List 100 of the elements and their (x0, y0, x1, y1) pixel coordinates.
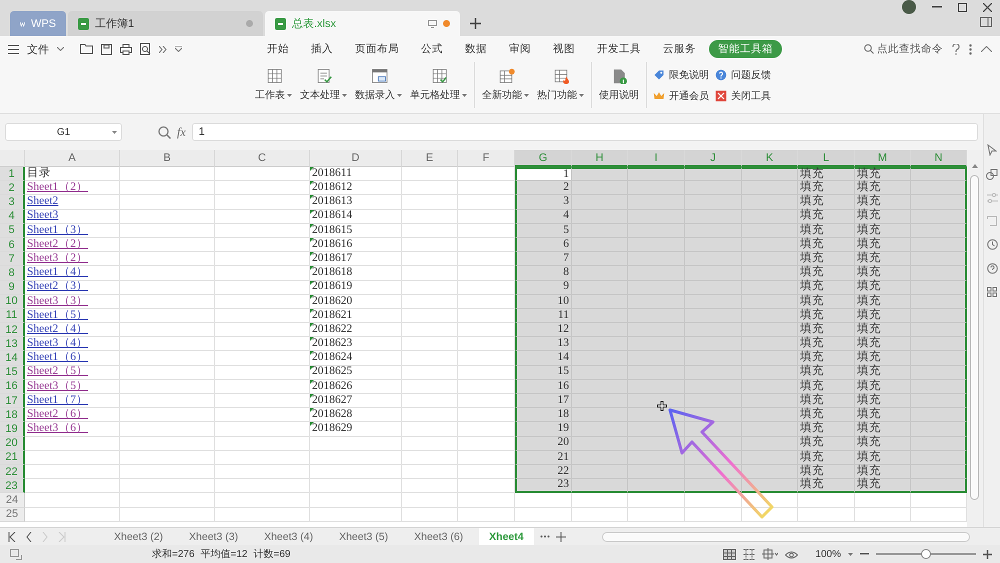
row-header[interactable]: 17 (0, 394, 25, 408)
column-header[interactable]: B (120, 150, 215, 167)
row-header[interactable]: 25 (0, 508, 25, 522)
command-search[interactable]: 点此查找命令 (864, 42, 943, 56)
ribbon-tab[interactable]: 公式 (412, 40, 452, 58)
sheet-tab[interactable]: Xheet3 (5) (329, 528, 398, 546)
row-header[interactable]: 5 (0, 224, 25, 238)
row-header[interactable]: 15 (0, 366, 25, 380)
row-header[interactable]: 10 (0, 294, 25, 309)
hyperlink[interactable]: Sheet2（4） (27, 324, 88, 336)
more-icon[interactable] (159, 46, 167, 52)
row-header[interactable]: 12 (0, 323, 25, 338)
sheet-tab[interactable]: Xheet3 (2) (104, 528, 174, 546)
zoom-icon[interactable] (158, 126, 171, 138)
ribbon-tab[interactable]: 页面布局 (346, 40, 408, 58)
save-icon[interactable] (101, 44, 112, 54)
row-header[interactable]: 21 (0, 450, 25, 465)
caret-icon[interactable] (848, 552, 853, 556)
formula-input[interactable]: 1 (192, 123, 978, 141)
sheet-tab[interactable]: Xheet3 (6) (404, 528, 474, 546)
row-header[interactable]: 14 (0, 351, 25, 366)
ribbon-tab[interactable]: 数据 (456, 40, 496, 58)
add-sheet-icon[interactable] (556, 532, 566, 542)
app-tab[interactable]: WPS (10, 11, 66, 36)
horizontal-scrollbar[interactable] (602, 532, 970, 542)
ribbon-tab[interactable]: 智能工具箱 (709, 40, 782, 58)
tool-button[interactable]: 问题反馈 (715, 68, 771, 82)
column-header[interactable]: C (215, 150, 310, 167)
row-header[interactable]: 8 (0, 266, 25, 280)
eye-icon[interactable] (785, 549, 798, 559)
folder-icon[interactable] (80, 44, 93, 54)
caret-icon[interactable] (112, 130, 117, 134)
customize-caret-icon[interactable] (175, 46, 182, 52)
column-header[interactable]: E (402, 150, 458, 167)
column-header[interactable]: N (911, 150, 967, 167)
macro-icon[interactable] (10, 548, 22, 560)
first-sheet-icon[interactable] (8, 532, 16, 542)
scroll-up-icon[interactable] (972, 164, 978, 168)
name-box[interactable]: G1 (5, 123, 122, 141)
hyperlink[interactable]: Sheet3（6） (27, 423, 88, 435)
previous-sheet-icon[interactable] (26, 532, 32, 542)
history-icon[interactable] (986, 239, 998, 250)
row-header[interactable]: 23 (0, 479, 25, 494)
caret-icon[interactable] (57, 47, 64, 51)
page-break-view-icon[interactable] (743, 548, 756, 560)
ribbon-tab[interactable]: 云服务 (654, 40, 705, 58)
column-header[interactable]: F (458, 150, 515, 167)
apps-icon[interactable] (987, 287, 997, 297)
document-tab[interactable]: 总表.xlsx (265, 11, 460, 36)
collapse-icon[interactable] (981, 46, 992, 52)
row-header[interactable]: 19 (0, 422, 25, 437)
column-header[interactable]: D (310, 150, 402, 167)
print-preview-icon[interactable] (140, 43, 151, 55)
column-header[interactable]: I (628, 150, 685, 167)
ribbon-button[interactable]: 文本处理 (297, 66, 350, 104)
column-header[interactable]: J (685, 150, 742, 167)
row-header[interactable]: 13 (0, 337, 25, 352)
row-header[interactable]: 16 (0, 380, 25, 394)
row-header[interactable]: 2 (0, 181, 25, 196)
ribbon-tab[interactable]: 开始 (258, 40, 298, 58)
row-header[interactable]: 4 (0, 210, 25, 224)
row-header[interactable]: 18 (0, 408, 25, 422)
hyperlink[interactable]: Sheet3 (27, 210, 58, 222)
column-header[interactable]: M (855, 150, 911, 167)
row-header[interactable]: 1 (0, 167, 25, 182)
hyperlink[interactable]: Sheet2（6） (27, 409, 88, 421)
column-header[interactable]: A (25, 150, 120, 167)
avatar-icon[interactable] (902, 0, 916, 14)
print-icon[interactable] (120, 44, 132, 54)
document-tab[interactable]: 工作簿1 (68, 11, 263, 36)
ribbon-tab[interactable]: 插入 (302, 40, 342, 58)
row-header[interactable]: 20 (0, 436, 25, 451)
sheet-tab[interactable]: Xheet4 (479, 528, 534, 546)
more-sheets-icon[interactable] (540, 535, 550, 538)
tool-button[interactable]: 开通会员 (653, 89, 709, 103)
ribbon-button[interactable]: 全新功能 (479, 66, 532, 104)
ribbon-button[interactable]: 数据录入 (352, 66, 405, 104)
row-header[interactable]: 3 (0, 195, 25, 210)
sliders-icon[interactable] (986, 193, 998, 203)
sheet-tab[interactable]: Xheet3 (4) (254, 528, 324, 546)
ribbon-tab[interactable]: 开发工具 (588, 40, 650, 58)
more-options-icon[interactable] (969, 44, 972, 54)
zoom-in-icon[interactable] (983, 550, 992, 558)
file-menu[interactable]: 文件 (27, 42, 49, 56)
hyperlink[interactable]: Sheet1（2） (27, 182, 88, 194)
hyperlink[interactable]: Sheet3（2） (27, 252, 88, 264)
hyperlink[interactable]: Sheet2（5） (27, 366, 88, 378)
hyperlink[interactable]: Sheet1（4） (27, 267, 88, 279)
hyperlink[interactable]: Sheet1（5） (27, 310, 88, 322)
tool-button[interactable]: 关闭工具 (715, 89, 771, 103)
row-header[interactable]: 7 (0, 252, 25, 266)
tool-button[interactable]: 限免说明 (653, 68, 709, 82)
shapes-icon[interactable] (986, 169, 998, 180)
help-icon[interactable] (986, 263, 998, 274)
maximize-icon[interactable] (958, 2, 967, 12)
hyperlink[interactable]: Sheet3（5） (27, 380, 88, 392)
menu-icon[interactable] (8, 44, 19, 54)
new-tab-icon[interactable] (470, 18, 481, 29)
row-header[interactable]: 24 (0, 493, 25, 508)
column-header[interactable]: K (742, 150, 798, 167)
